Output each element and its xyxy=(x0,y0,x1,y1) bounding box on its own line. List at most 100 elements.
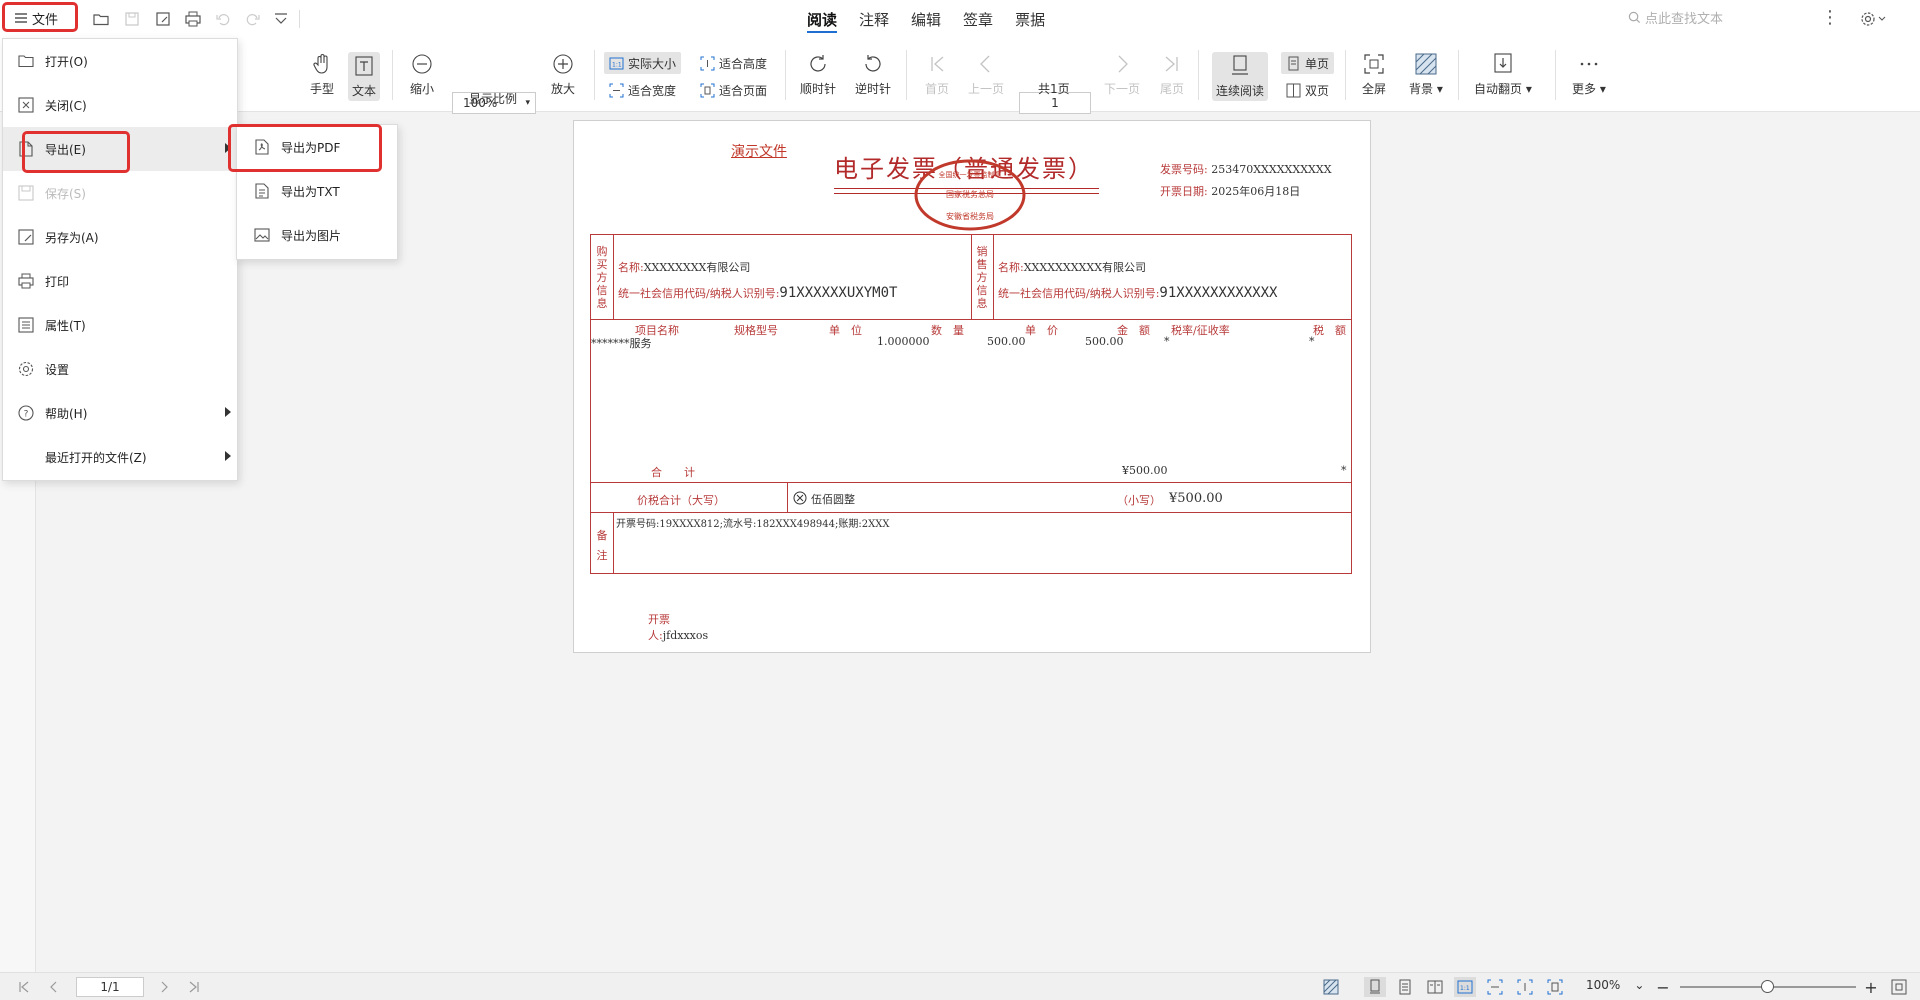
first-page-button[interactable]: 首页 xyxy=(925,52,949,97)
pdf-export-icon xyxy=(255,139,269,155)
text-select-icon xyxy=(355,56,373,76)
menu-item-label: 另存为(A) xyxy=(45,230,99,245)
auto-flip-button[interactable]: 自动翻页 ▾ xyxy=(1474,52,1532,97)
fullscreen-button[interactable]: 全屏 xyxy=(1362,52,1386,97)
menu-item-label: 设置 xyxy=(45,362,70,377)
folder-icon xyxy=(18,55,34,68)
menu-item-label: 关闭(C) xyxy=(45,98,87,113)
save-as-icon xyxy=(156,12,170,26)
last-page-button[interactable]: 尾页 xyxy=(1160,52,1184,97)
menu-item-print[interactable]: 打印 xyxy=(3,259,237,303)
save-icon xyxy=(125,12,139,26)
customize-quick-access-button[interactable] xyxy=(268,6,294,32)
close-box-icon xyxy=(18,97,34,113)
page-indicator[interactable]: 1/1 xyxy=(76,977,144,997)
zoom-out-status-button[interactable]: − xyxy=(1654,977,1672,997)
menu-item-settings[interactable]: 设置 xyxy=(3,347,237,391)
menu-item-save[interactable]: 保存(S) xyxy=(3,171,237,215)
menu-item-label: 打印 xyxy=(45,274,70,289)
prev-page-status-button[interactable] xyxy=(44,977,64,997)
save-as-quick-button[interactable] xyxy=(150,6,176,32)
view-single-status-button[interactable] xyxy=(1364,977,1386,997)
main-tabs: 阅读 注释 编辑 签章 票据 xyxy=(800,0,1052,38)
first-page-status-button[interactable] xyxy=(14,977,34,997)
tab-edit[interactable]: 编辑 xyxy=(904,0,948,38)
search-input[interactable]: 点此查找文本 xyxy=(1628,8,1723,27)
divider xyxy=(392,50,393,100)
menu-item-label: 帮助(H) xyxy=(45,406,88,421)
menu-item-open[interactable]: 打开(O) xyxy=(3,39,237,83)
next-page-label: 下一页 xyxy=(1104,82,1141,96)
menu-item-export[interactable]: 导出(E) xyxy=(3,127,237,171)
background-pattern-icon xyxy=(1323,979,1339,995)
seal-text-top: 全国统一发票监制章 xyxy=(939,170,1002,179)
gear-icon xyxy=(1861,12,1875,26)
rotate-counterclockwise-button[interactable]: 逆时针 xyxy=(855,52,891,97)
fit-height-label: 适合高度 xyxy=(719,56,768,71)
print-quick-button[interactable] xyxy=(180,6,206,32)
view-double-status-button[interactable] xyxy=(1424,977,1446,997)
hand-tool-button[interactable]: 手型 xyxy=(310,52,334,97)
last-page-status-button[interactable] xyxy=(184,977,204,997)
official-seal-icon: 国家税务总局 全国统一发票监制章 安徽省税务局 xyxy=(914,159,1026,231)
divider xyxy=(299,10,300,28)
single-page-button[interactable]: 单页 xyxy=(1281,52,1335,74)
save-quick-button[interactable] xyxy=(119,6,145,32)
zoom-slider[interactable] xyxy=(1680,980,1856,993)
background-status-button[interactable] xyxy=(1316,977,1346,997)
prev-page-button[interactable]: 上一页 xyxy=(968,52,1004,97)
fit-height-status-button[interactable] xyxy=(1514,977,1536,997)
plus-icon: + xyxy=(1864,977,1878,997)
open-quick-button[interactable] xyxy=(88,6,114,32)
fit-width-status-button[interactable] xyxy=(1484,977,1506,997)
next-page-status-button[interactable] xyxy=(154,977,174,997)
file-menu-button[interactable]: 文件 xyxy=(4,4,78,32)
continuous-read-button[interactable]: 连续阅读 xyxy=(1212,52,1269,101)
fit-width-button[interactable]: 适合宽度 xyxy=(604,79,681,101)
tab-invoice[interactable]: 票据 xyxy=(1008,0,1052,38)
zoom-in-status-button[interactable]: + xyxy=(1862,977,1880,997)
fit-window-status-button[interactable] xyxy=(1888,977,1910,997)
menu-item-properties[interactable]: 属性(T) xyxy=(3,303,237,347)
next-page-button[interactable]: 下一页 xyxy=(1104,52,1140,97)
actual-size-button[interactable]: 1:1 实际大小 xyxy=(604,52,682,74)
more-button[interactable]: 更多 ▾ xyxy=(1572,52,1606,97)
zoom-slider-handle[interactable] xyxy=(1761,980,1774,993)
rotate-clockwise-button[interactable]: 顺时针 xyxy=(800,52,836,97)
first-page-icon xyxy=(19,981,29,993)
chevron-down-icon: ⌄ xyxy=(1634,978,1645,992)
background-button[interactable]: 背景 ▾ xyxy=(1409,52,1443,97)
menu-item-close[interactable]: 关闭(C) xyxy=(3,83,237,127)
menu-item-help[interactable]: ? 帮助(H) xyxy=(3,391,237,435)
view-continuous-status-button[interactable] xyxy=(1394,977,1416,997)
remarks-label: 备注 xyxy=(596,529,608,562)
zoom-in-button[interactable]: 放大 xyxy=(551,52,575,97)
redo-button[interactable] xyxy=(240,6,266,32)
file-menu-label: 文件 xyxy=(32,12,59,28)
seller-tax-id-value: 91XXXXXXXXXXXX xyxy=(1159,285,1278,301)
undo-button[interactable] xyxy=(210,6,236,32)
actual-size-status-button[interactable]: 1:1 xyxy=(1454,977,1476,997)
submenu-item-export-txt[interactable]: 导出为TXT xyxy=(237,169,397,213)
tab-annotate[interactable]: 注释 xyxy=(852,0,896,38)
fit-height-button[interactable]: 适合高度 xyxy=(695,52,772,74)
last-page-icon xyxy=(1165,56,1178,72)
zoom-level-select[interactable]: 100% ⌄ xyxy=(1586,978,1644,992)
item-price-cell: 500.00 xyxy=(987,335,1026,348)
submenu-item-export-image[interactable]: 导出为图片 xyxy=(237,213,397,257)
menu-item-recent-files[interactable]: 最近打开的文件(Z) xyxy=(3,435,237,479)
settings-button[interactable] xyxy=(1860,8,1900,30)
tab-sign[interactable]: 签章 xyxy=(956,0,1000,38)
fit-page-button[interactable]: 适合页面 xyxy=(695,79,772,101)
zoom-out-button[interactable]: 缩小 xyxy=(410,52,434,97)
double-page-button[interactable]: 双页 xyxy=(1281,79,1334,101)
continuous-read-icon xyxy=(1399,979,1411,995)
submenu-item-export-pdf[interactable]: 导出为PDF xyxy=(237,125,397,169)
tab-read[interactable]: 阅读 xyxy=(800,0,844,38)
text-tool-button[interactable]: 文本 xyxy=(348,52,381,101)
fit-page-status-button[interactable] xyxy=(1544,977,1566,997)
zoom-out-icon xyxy=(412,54,432,74)
menu-item-save-as[interactable]: 另存为(A) xyxy=(3,215,237,259)
more-options-button[interactable]: ⋮ xyxy=(1818,7,1842,31)
search-icon xyxy=(1628,11,1641,24)
